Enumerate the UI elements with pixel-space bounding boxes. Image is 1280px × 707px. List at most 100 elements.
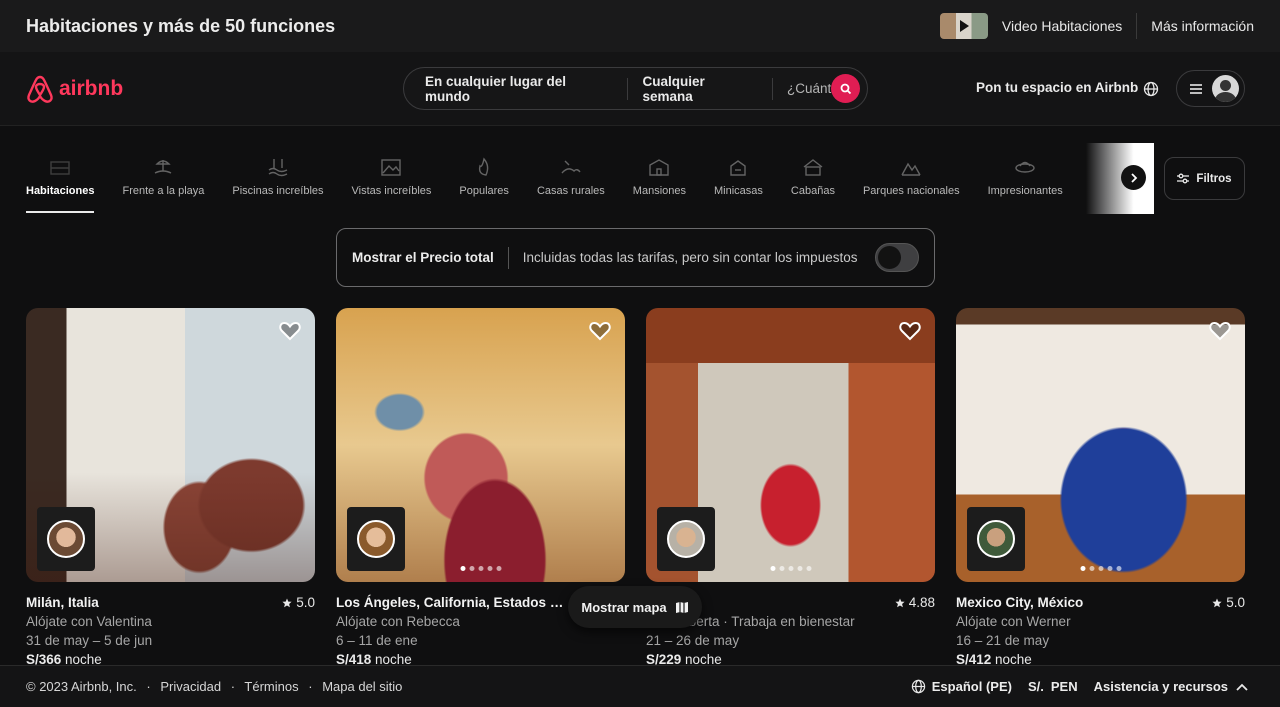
globe-icon: [911, 679, 925, 694]
category-tab[interactable]: Impresionantes: [988, 143, 1063, 213]
chevron-up-icon: [1236, 683, 1248, 691]
rating-value: 4.88: [908, 595, 935, 610]
listing-location: Los Ángeles, California, Estados Uni...: [336, 595, 571, 610]
star-icon: [1212, 598, 1222, 607]
more-info-link[interactable]: Más información: [1151, 18, 1254, 34]
category-label: Impresionantes: [987, 185, 1063, 197]
total-price-subtitle: Incluidas todas las tarifas, pero sin co…: [522, 250, 858, 265]
currency-code: PEN: [1050, 679, 1078, 694]
user-menu-button[interactable]: [1176, 70, 1245, 107]
listing-card[interactable]: Milán, Italia 5.0 Alójate con Valentina …: [26, 308, 315, 669]
trending-icon: [479, 157, 489, 176]
language-label: Español (PE): [931, 679, 1012, 694]
heart-icon[interactable]: [1209, 321, 1231, 341]
support-resources-button[interactable]: Asistencia y recursos: [1094, 679, 1254, 694]
category-bar: Habitaciones Frente a la playa Piscinas in…: [26, 143, 1154, 213]
photo-pagination[interactable]: [1080, 566, 1121, 571]
search-where[interactable]: En cualquier lugar del mundo: [404, 74, 627, 104]
category-label: Vistas increíbles: [351, 185, 432, 197]
host-avatar: [47, 520, 85, 558]
listing-rating: 5.0: [282, 593, 315, 612]
category-label: Parques nacionales: [862, 185, 960, 197]
category-label: Habitaciones: [26, 185, 95, 197]
rating-value: 5.0: [296, 595, 315, 610]
listing-dates: 16 – 21 de may: [956, 633, 1050, 648]
airbnb-logo[interactable]: airbnb: [26, 74, 123, 104]
countryside-icon: [561, 160, 581, 174]
total-price-toggle[interactable]: [875, 243, 919, 272]
total-price-box: Mostrar el Precio total Incluidas todas …: [336, 228, 935, 287]
category-tab[interactable]: Parques nacionales: [863, 143, 960, 213]
category-tab[interactable]: Frente a la playa: [122, 143, 204, 213]
total-price-title: Mostrar el Precio total: [352, 250, 494, 265]
host-badge: [347, 507, 405, 571]
map-icon: [675, 601, 688, 613]
heart-icon[interactable]: [279, 321, 301, 341]
host-avatar: [357, 520, 395, 558]
search-icon: [840, 83, 851, 94]
category-next-button[interactable]: [1121, 165, 1146, 190]
listing-rating: 4.88: [895, 593, 935, 612]
show-map-button[interactable]: Mostrar mapa: [568, 586, 702, 628]
category-label: Mansiones: [632, 185, 686, 197]
beach-icon: [155, 160, 172, 174]
search-button[interactable]: [831, 74, 860, 103]
listing-dates: 31 de may – 5 de jun: [26, 633, 153, 648]
heart-icon[interactable]: [899, 321, 921, 341]
mansion-icon: [649, 159, 670, 176]
total-price-divider: [507, 246, 509, 269]
heart-icon[interactable]: [589, 321, 611, 341]
listing-photo[interactable]: [26, 308, 315, 582]
chevron-right-icon: [1130, 172, 1137, 183]
video-link[interactable]: Video Habitaciones: [1002, 18, 1122, 34]
room-icon: [50, 161, 70, 175]
category-tab[interactable]: Minicasas: [714, 143, 763, 213]
listing-photo[interactable]: [336, 308, 625, 582]
category-label: Populares: [459, 185, 509, 197]
listing-location: Milán, Italia: [26, 595, 99, 610]
listing-card[interactable]: Mexico City, México 5.0 Alójate con Wern…: [956, 308, 1245, 669]
promo-title: Habitaciones y más de 50 funciones: [26, 15, 336, 36]
search-when[interactable]: Cualquier semana: [628, 74, 772, 104]
category-label: Casas rurales: [536, 185, 605, 197]
footer-link-privacy[interactable]: Privacidad: [160, 679, 221, 694]
filters-label: Filtros: [1196, 172, 1232, 185]
globe-icon[interactable]: [1143, 81, 1159, 97]
video-thumbnail[interactable]: [939, 13, 988, 39]
rating-value: 5.0: [1226, 595, 1245, 610]
host-avatar: [977, 520, 1015, 558]
footer-separator: ·: [230, 679, 236, 694]
footer-copyright: © 2023 Airbnb, Inc.: [26, 679, 137, 694]
category-tab[interactable]: Casas rurales: [537, 143, 605, 213]
filters-button[interactable]: Filtros: [1164, 157, 1245, 200]
category-tab[interactable]: Populares: [459, 143, 509, 213]
views-icon: [381, 159, 402, 176]
listing-rating: 5.0: [1212, 593, 1245, 612]
photo-pagination[interactable]: [460, 566, 501, 571]
category-label: Frente a la playa: [122, 185, 205, 197]
listing-photo[interactable]: [646, 308, 935, 582]
search-bar[interactable]: En cualquier lugar del mundo Cualquier s…: [403, 67, 868, 110]
language-selector[interactable]: Español (PE): [911, 679, 1012, 694]
photo-pagination[interactable]: [770, 566, 811, 571]
footer-link-terms[interactable]: Términos: [244, 679, 298, 694]
star-icon: [895, 598, 905, 607]
category-tab[interactable]: Piscinas increíbles: [232, 143, 324, 213]
listing-photo[interactable]: [956, 308, 1245, 582]
host-link[interactable]: Pon tu espacio en Airbnb: [976, 80, 1138, 95]
category-tab[interactable]: Vistas increíbles: [351, 143, 432, 213]
support-label: Asistencia y recursos: [1093, 679, 1228, 694]
currency-selector[interactable]: S/. PEN: [1028, 679, 1078, 694]
airbnb-logo-icon: [27, 75, 53, 103]
cabin-icon: [803, 159, 823, 176]
star-icon: [282, 598, 292, 607]
footer-link-sitemap[interactable]: Mapa del sitio: [322, 679, 402, 694]
show-map-label: Mostrar mapa: [581, 599, 667, 615]
host-badge: [967, 507, 1025, 571]
category-tab[interactable]: Mansiones: [633, 143, 686, 213]
footer-separator: ·: [308, 679, 313, 694]
menu-icon: [1190, 83, 1202, 94]
category-tab[interactable]: Cabañas: [791, 143, 835, 213]
category-tab[interactable]: Habitaciones: [26, 143, 95, 213]
brand-name: airbnb: [59, 76, 124, 100]
